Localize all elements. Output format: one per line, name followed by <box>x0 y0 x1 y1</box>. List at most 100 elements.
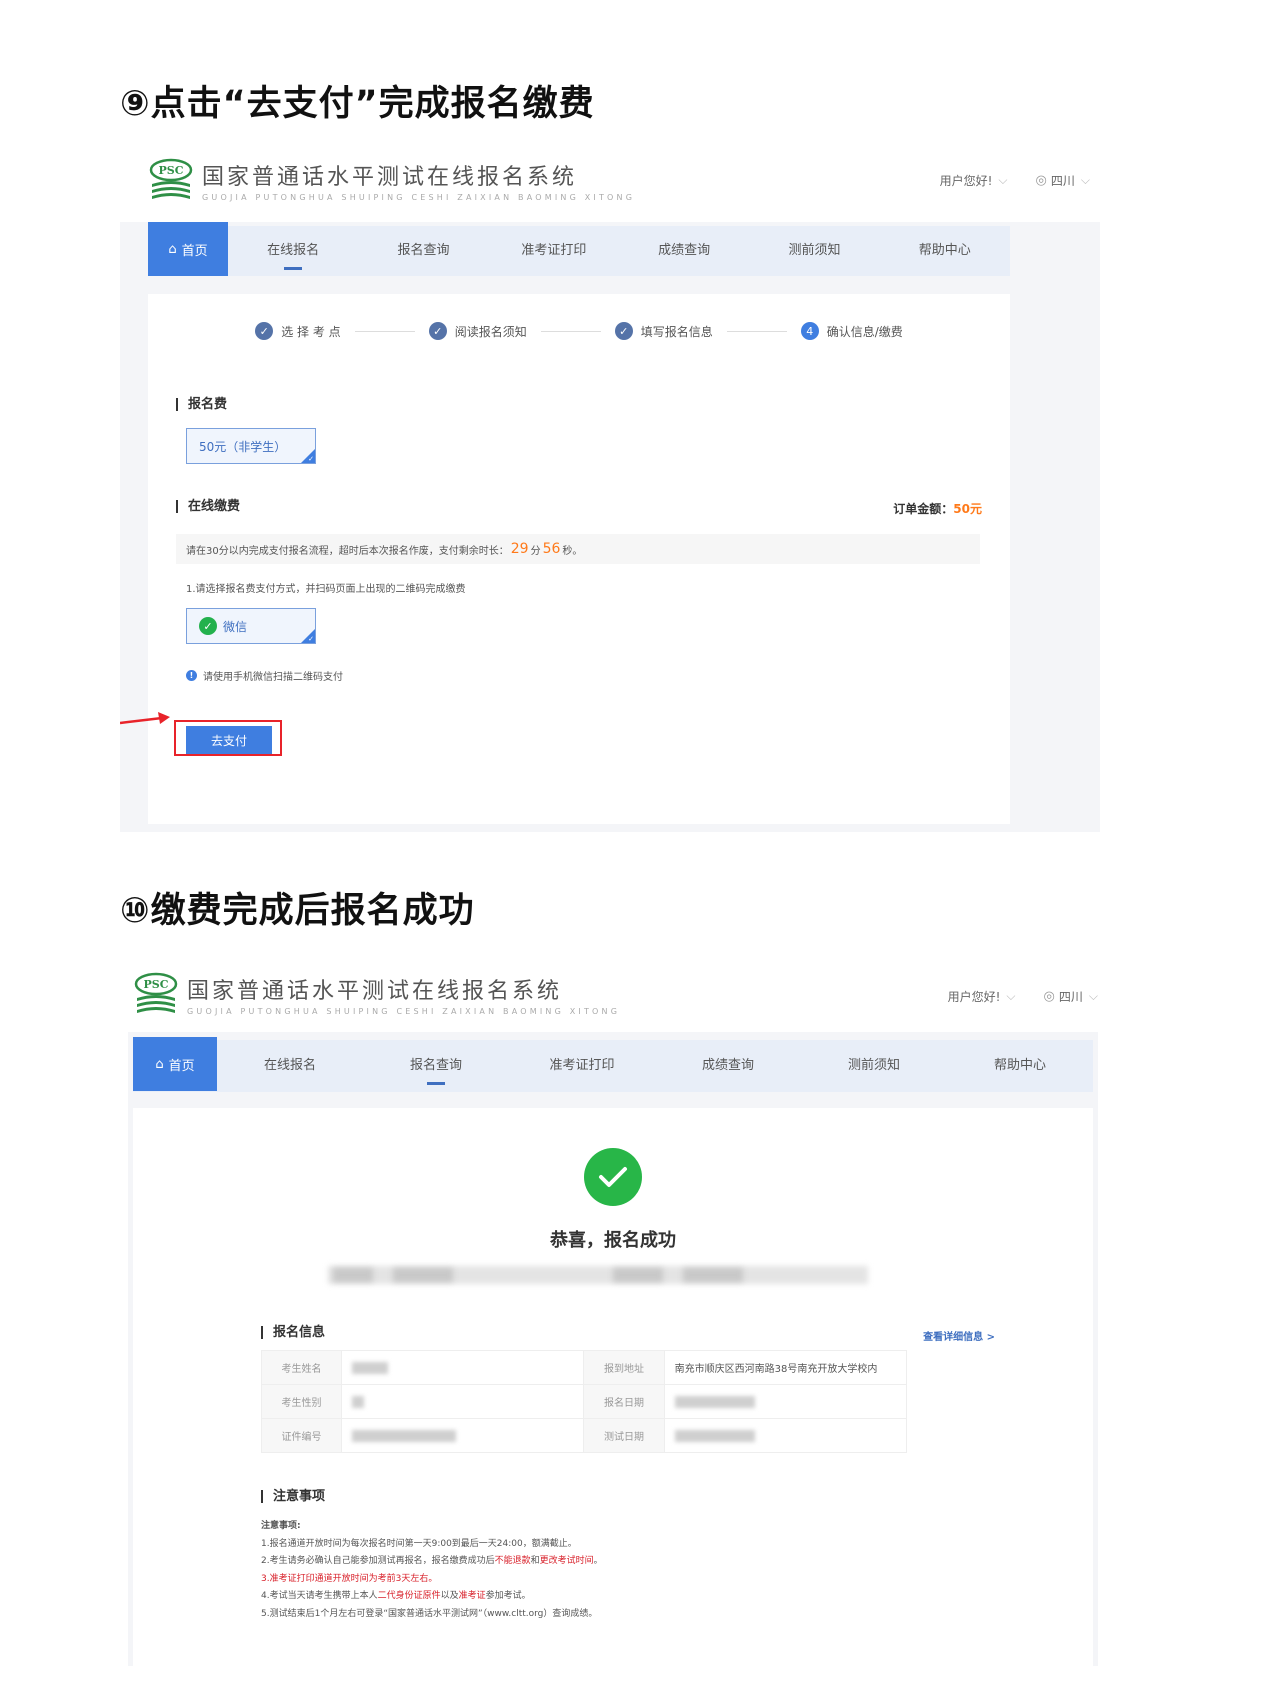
progress-divider <box>354 330 415 332</box>
chevron-down-icon[interactable]: ⌵ <box>1081 173 1090 188</box>
notice-highlight: 二代身份证原件 <box>377 1591 441 1601</box>
site-title: 国家普通话水平测试在线报名系统 <box>187 978 563 1004</box>
location-pin-icon: ◎ <box>1035 173 1047 188</box>
site-header: PSC 国家普通话水平测试在线报名系统 GUOJIA PUTONGHUA SHU… <box>120 150 1100 222</box>
blurred-value <box>674 1429 755 1442</box>
selected-corner-icon <box>301 449 315 463</box>
progress-divider <box>540 330 601 332</box>
nav-score-query[interactable]: 成绩查询 <box>655 1041 801 1091</box>
timer-minutes: 29 <box>510 541 529 557</box>
nav-home-label: 首页 <box>181 243 208 259</box>
user-greeting[interactable]: 用户您好! <box>948 988 1001 1005</box>
notice-highlight: 不能退款 <box>494 1556 531 1566</box>
location-pin-icon: ◎ <box>1043 989 1055 1004</box>
wechat-pay-option[interactable]: ✓ 微信 <box>186 608 316 644</box>
notice-text: 和 <box>530 1556 540 1566</box>
nav-help-center[interactable]: 帮助中心 <box>880 226 1010 276</box>
table-label: 测试日期 <box>583 1418 665 1453</box>
nav-register-query[interactable]: 报名查询 <box>363 1041 509 1091</box>
highlight-box <box>174 720 282 756</box>
chevron-down-icon[interactable]: ⌵ <box>998 173 1007 188</box>
nav-register-query[interactable]: 报名查询 <box>358 226 488 276</box>
view-details-link[interactable]: 查看详细信息 > <box>923 1328 995 1343</box>
table-label: 考生性别 <box>260 1384 343 1419</box>
step-number-badge: 4 <box>800 322 819 340</box>
nav-admission-print[interactable]: 准考证打印 <box>509 1041 655 1091</box>
table-row: 考生姓名 报到地址 南充市顺庆区西河南路38号南充开放大学校内 <box>260 1350 908 1385</box>
psc-emblem-icon: PSC <box>148 158 194 202</box>
success-card: 恭喜，报名成功 报名信息 查看详细信息 > 考生姓名 报到地址 南充市顺庆区西河… <box>133 1108 1093 1666</box>
chevron-down-icon[interactable]: ⌵ <box>1089 989 1098 1004</box>
payment-card: ✓ 选 择 考 点 ✓ 阅读报名须知 ✓ 填写报名信息 4 确认信息/缴费 报名费 50… <box>148 294 1010 824</box>
blurred-value <box>352 1361 389 1374</box>
nav-home-label: 首页 <box>168 1058 195 1074</box>
notice-highlight: 更改考试时间 <box>539 1556 594 1566</box>
notice-highlight: 准考证 <box>458 1591 486 1601</box>
site-subtitle: GUOJIA PUTONGHUA SHUIPING CESHI ZAIXIAN … <box>202 192 636 202</box>
table-value <box>341 1350 585 1385</box>
table-value: 南充市顺庆区西河南路38号南充开放大学校内 <box>663 1350 908 1385</box>
site-logo: PSC 国家普通话水平测试在线报名系统 GUOJIA PUTONGHUA SHU… <box>133 972 620 1016</box>
progress-steps: ✓ 选 择 考 点 ✓ 阅读报名须知 ✓ 填写报名信息 4 确认信息/缴费 <box>148 322 1010 340</box>
table-label: 考生姓名 <box>260 1350 343 1385</box>
info-icon: ! <box>186 670 197 681</box>
progress-divider <box>726 330 787 332</box>
nav-score-query[interactable]: 成绩查询 <box>619 226 749 276</box>
site-logo: PSC 国家普通话水平测试在线报名系统 GUOJIA PUTONGHUA SHU… <box>148 158 635 202</box>
notice-item: 4.考试当天请考生携带上本人二代身份证原件以及准考证参加考试。 <box>261 1588 603 1606</box>
user-greeting[interactable]: 用户您好! <box>940 172 993 189</box>
chevron-down-icon[interactable]: ⌵ <box>1006 989 1015 1004</box>
notice-text: 2.考生请务必确认自己能参加测试再报名，报名缴费成功后 <box>261 1556 495 1566</box>
nav-pretest-notice[interactable]: 测前须知 <box>801 1041 947 1091</box>
payment-method-label: 微信 <box>223 619 248 634</box>
table-value <box>663 1418 908 1453</box>
progress-step-4: 4 确认信息/缴费 <box>800 322 903 340</box>
notice-item: 5.测试结束后1个月左右可登录“国家普通话水平测试网”（www.cltt.org… <box>261 1608 598 1619</box>
nav-home[interactable]: ⌂ 首页 <box>148 222 228 276</box>
payment-timer: 请在30分以内完成支付报名流程，超时后本次报名作废，支付剩余时长： 29 分 56… <box>176 534 980 564</box>
nav-home[interactable]: ⌂ 首页 <box>133 1037 217 1091</box>
nav-admission-print[interactable]: 准考证打印 <box>489 226 619 276</box>
progress-step-label: 确认信息/缴费 <box>826 324 903 339</box>
success-message: 恭喜，报名成功 <box>550 1230 676 1251</box>
home-icon: ⌂ <box>155 1056 164 1072</box>
order-amount: 50元 <box>953 502 982 516</box>
region-selector[interactable]: 四川 <box>1059 988 1083 1005</box>
site-subtitle: GUOJIA PUTONGHUA SHUIPING CESHI ZAIXIAN … <box>187 1006 621 1016</box>
blurred-info <box>613 1268 663 1282</box>
order-label: 订单金额： <box>893 502 954 516</box>
notice-item: 1.报名通道开放时间为每次报名时间第一天9:00到最后一天24:00，额满截止。 <box>261 1538 577 1549</box>
table-row: 考生性别 报名日期 <box>260 1384 908 1419</box>
nav-help-center[interactable]: 帮助中心 <box>947 1041 1093 1091</box>
payment-screenshot: PSC 国家普通话水平测试在线报名系统 GUOJIA PUTONGHUA SHU… <box>120 150 1100 832</box>
fee-option[interactable]: 50元（非学生） <box>186 428 316 464</box>
scan-tip-text: 请使用手机微信扫描二维码支付 <box>203 672 343 683</box>
site-title: 国家普通话水平测试在线报名系统 <box>202 164 578 190</box>
notice-text: 参加考试。 <box>485 1591 531 1601</box>
psc-badge-text: PSC <box>144 978 169 991</box>
order-total: 订单金额：50元 <box>893 500 982 517</box>
blurred-info <box>683 1268 743 1282</box>
main-nav: ⌂ 首页 在线报名 报名查询 准考证打印 成绩查询 测前须知 帮助中心 <box>148 222 1010 276</box>
nav-pretest-notice[interactable]: 测前须知 <box>749 226 879 276</box>
check-icon: ✓ <box>428 322 447 340</box>
notice-text: 以及 <box>440 1591 459 1601</box>
step10-heading: ⑩缴费完成后报名成功 <box>120 891 475 931</box>
fee-section-title: 报名费 <box>176 398 227 411</box>
psc-emblem-icon: PSC <box>133 972 179 1016</box>
region-selector[interactable]: 四川 <box>1051 172 1075 189</box>
main-nav: ⌂ 首页 在线报名 报名查询 准考证打印 成绩查询 测前须知 帮助中心 <box>133 1037 1093 1092</box>
table-value <box>341 1384 585 1419</box>
progress-step-label: 选 择 考 点 <box>281 324 341 339</box>
online-payment-title: 在线缴费 <box>176 500 240 513</box>
timer-seconds-unit: 秒。 <box>562 545 583 557</box>
nav-online-register[interactable]: 在线报名 <box>217 1041 363 1091</box>
blurred-value <box>674 1395 755 1408</box>
progress-step-3: ✓ 填写报名信息 <box>614 322 713 340</box>
notice-heading: 注意事项: <box>261 1521 301 1531</box>
psc-badge-text: PSC <box>159 164 184 177</box>
nav-online-register[interactable]: 在线报名 <box>228 226 358 276</box>
timer-minutes-unit: 分 <box>530 545 541 557</box>
check-icon: ✓ <box>614 322 633 340</box>
notice-section-title: 注意事项 <box>261 1490 325 1503</box>
